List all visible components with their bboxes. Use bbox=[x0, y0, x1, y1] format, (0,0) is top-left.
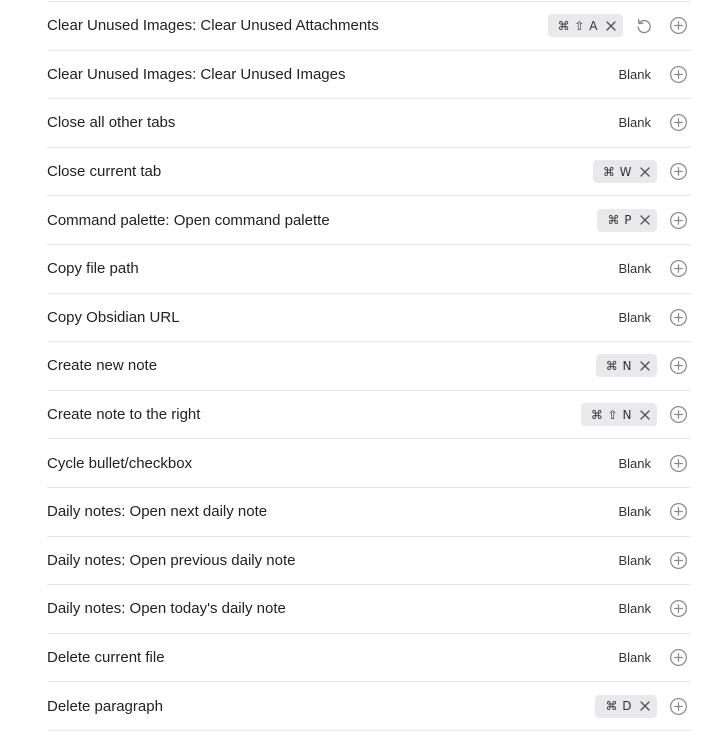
command-row: Copy Obsidian URL Blank bbox=[47, 294, 691, 343]
plus-circle-icon[interactable] bbox=[669, 551, 688, 570]
hotkey-badge: ⌘ P bbox=[597, 208, 657, 232]
plus-circle-icon[interactable] bbox=[669, 308, 688, 327]
hotkey-controls: ⌘ ⇧ A bbox=[547, 2, 688, 50]
command-row: Daily notes: Open previous daily note Bla… bbox=[47, 537, 691, 586]
hotkey-badge: ⌘ ⇧ N bbox=[580, 403, 657, 427]
blank-hotkey-label: Blank bbox=[618, 552, 651, 568]
command-row: Cycle bullet/checkbox Blank bbox=[47, 439, 691, 488]
command-label: Command palette: Open command palette bbox=[47, 211, 330, 229]
hotkey-text: ⌘ W bbox=[602, 164, 632, 179]
hotkey-controls: Blank bbox=[618, 439, 688, 487]
remove-hotkey-icon[interactable] bbox=[640, 166, 650, 177]
command-row: Clear Unused Images: Clear Unused Attach… bbox=[47, 2, 691, 51]
hotkey-controls: Blank bbox=[618, 294, 688, 342]
plus-circle-icon[interactable] bbox=[669, 599, 688, 618]
plus-circle-icon[interactable] bbox=[669, 356, 688, 375]
plus-circle-icon[interactable] bbox=[669, 259, 688, 278]
command-row: Copy file path Blank bbox=[47, 245, 691, 294]
command-row: Daily notes: Open next daily note Blank bbox=[47, 488, 691, 537]
command-label: Clear Unused Images: Clear Unused Attach… bbox=[47, 17, 379, 35]
remove-hotkey-icon[interactable] bbox=[640, 361, 650, 371]
command-label: Create new note bbox=[47, 357, 158, 375]
command-row: Delete current file Blank bbox=[47, 634, 691, 683]
plus-circle-icon[interactable] bbox=[669, 65, 688, 84]
command-label: Daily notes: Open today's daily note bbox=[47, 600, 286, 618]
plus-circle-icon[interactable] bbox=[669, 113, 688, 132]
command-row: Close current tab ⌘ W bbox=[47, 148, 691, 197]
command-label: Delete current file bbox=[47, 649, 165, 667]
plus-circle-icon[interactable] bbox=[669, 162, 688, 181]
hotkey-controls: Blank bbox=[618, 488, 688, 536]
hotkey-controls: Blank bbox=[618, 51, 688, 99]
hotkey-controls: Blank bbox=[618, 99, 688, 147]
hotkey-controls: Blank bbox=[618, 537, 688, 585]
hotkey-text: ⌘ N bbox=[605, 358, 632, 373]
blank-hotkey-label: Blank bbox=[618, 309, 651, 325]
hotkey-controls: Blank bbox=[618, 585, 688, 633]
hotkey-text: ⌘ P bbox=[607, 213, 632, 228]
remove-hotkey-icon[interactable] bbox=[640, 701, 650, 711]
reset-icon[interactable] bbox=[635, 17, 653, 35]
command-label: Daily notes: Open next daily note bbox=[47, 503, 268, 521]
plus-circle-icon[interactable] bbox=[669, 502, 688, 521]
blank-hotkey-label: Blank bbox=[618, 601, 651, 617]
remove-hotkey-icon[interactable] bbox=[606, 21, 616, 31]
hotkey-controls: ⌘ W bbox=[592, 148, 688, 196]
plus-circle-icon[interactable] bbox=[669, 454, 688, 473]
blank-hotkey-label: Blank bbox=[618, 650, 651, 666]
hotkey-text: ⌘ D bbox=[605, 699, 632, 714]
command-label: Copy Obsidian URL bbox=[47, 308, 180, 326]
plus-circle-icon[interactable] bbox=[669, 211, 688, 230]
hotkey-badge: ⌘ ⇧ A bbox=[547, 14, 623, 38]
command-label: Close current tab bbox=[47, 163, 162, 181]
blank-hotkey-label: Blank bbox=[618, 455, 651, 471]
hotkey-controls: Blank bbox=[618, 634, 688, 682]
hotkey-text: ⌘ ⇧ N bbox=[590, 407, 632, 422]
command-label: Close all other tabs bbox=[47, 114, 176, 132]
command-label: Clear Unused Images: Clear Unused Images bbox=[47, 65, 346, 83]
remove-hotkey-icon[interactable] bbox=[640, 409, 650, 420]
blank-hotkey-label: Blank bbox=[618, 504, 651, 520]
command-row: Delete paragraph ⌘ D bbox=[47, 682, 691, 731]
hotkey-badge: ⌘ W bbox=[592, 160, 657, 184]
hotkey-text: ⌘ ⇧ A bbox=[557, 18, 598, 33]
blank-hotkey-label: Blank bbox=[618, 115, 651, 131]
command-row: Command palette: Open command palette ⌘ P bbox=[47, 196, 691, 245]
command-label: Copy file path bbox=[47, 260, 139, 278]
command-row: Close all other tabs Blank bbox=[47, 99, 691, 148]
command-row: Daily notes: Open today's daily note Blan… bbox=[47, 585, 691, 634]
remove-hotkey-icon[interactable] bbox=[640, 215, 650, 225]
hotkey-badge: ⌘ D bbox=[595, 694, 657, 718]
plus-circle-icon[interactable] bbox=[669, 648, 688, 667]
command-label: Create note to the right bbox=[47, 406, 201, 424]
command-row: Create note to the right ⌘ ⇧ N bbox=[47, 391, 691, 440]
blank-hotkey-label: Blank bbox=[618, 261, 651, 277]
hotkey-command-list: Clear Unused Images: Clear Unused Attach… bbox=[47, 1, 691, 731]
plus-circle-icon[interactable] bbox=[669, 16, 688, 35]
hotkey-controls: ⌘ P bbox=[597, 196, 688, 244]
command-row: Clear Unused Images: Clear Unused Images… bbox=[47, 51, 691, 100]
plus-circle-icon[interactable] bbox=[669, 405, 688, 424]
command-label: Cycle bullet/checkbox bbox=[47, 454, 193, 472]
command-label: Delete paragraph bbox=[47, 697, 163, 715]
hotkey-controls: ⌘ N bbox=[595, 342, 688, 390]
hotkey-badge: ⌘ N bbox=[595, 354, 657, 378]
hotkey-controls: Blank bbox=[618, 245, 688, 293]
hotkey-controls: ⌘ D bbox=[595, 682, 688, 730]
plus-circle-icon[interactable] bbox=[669, 697, 688, 716]
blank-hotkey-label: Blank bbox=[618, 66, 651, 82]
command-label: Daily notes: Open previous daily note bbox=[47, 551, 296, 569]
hotkey-controls: ⌘ ⇧ N bbox=[580, 391, 688, 439]
command-row: Create new note ⌘ N bbox=[47, 342, 691, 391]
